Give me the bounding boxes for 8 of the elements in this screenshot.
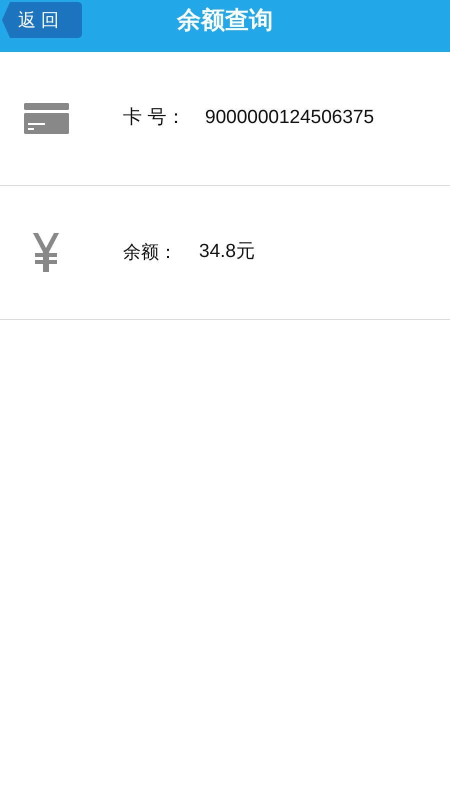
screen-title: 余额查询 bbox=[177, 6, 273, 36]
field-value: 34.8元 bbox=[199, 240, 255, 264]
field-label: 卡 号： bbox=[123, 106, 186, 130]
yen-icon bbox=[33, 233, 59, 272]
back-button[interactable]: 返 回 bbox=[2, 2, 82, 38]
field-value: 9000000124506375 bbox=[205, 106, 374, 130]
field-label: 余额： bbox=[123, 241, 178, 264]
card-icon bbox=[24, 103, 68, 134]
